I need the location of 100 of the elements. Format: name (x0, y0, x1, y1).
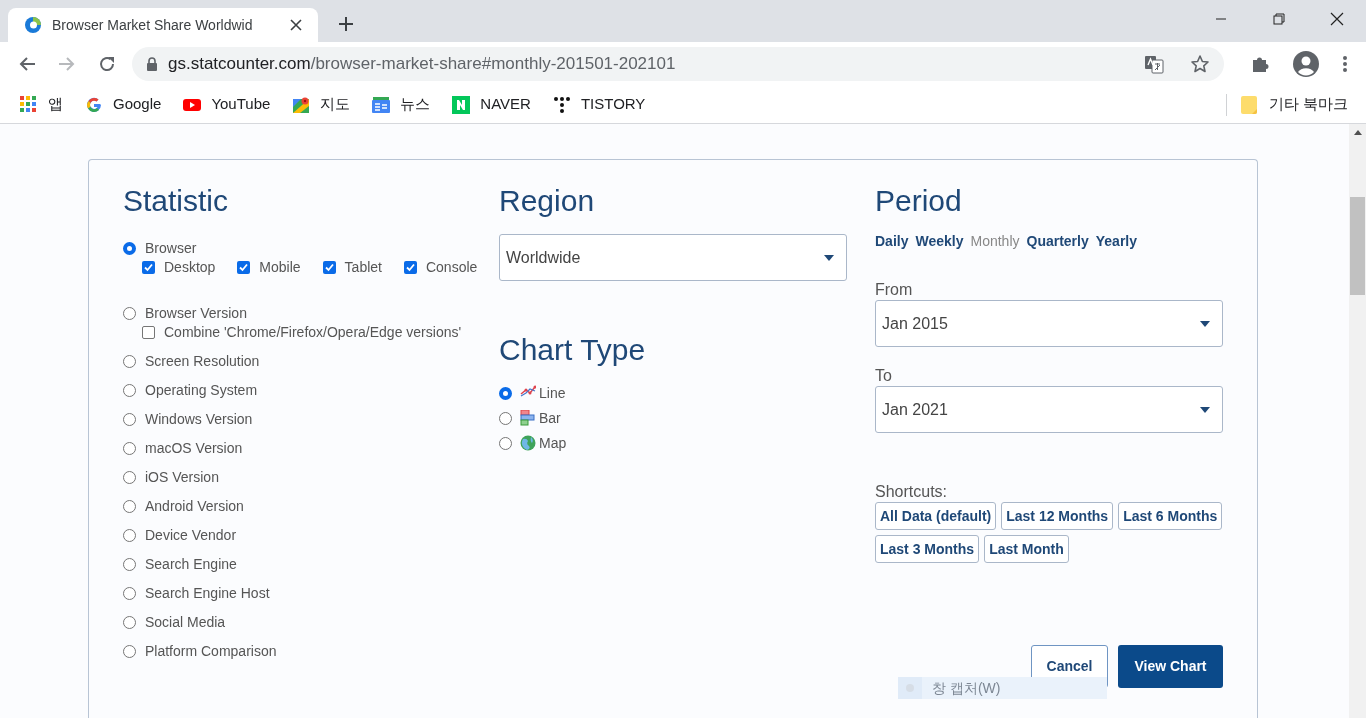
dots-icon (552, 95, 571, 114)
bookmark-link[interactable]: NAVER (452, 90, 531, 119)
radio-button[interactable] (499, 412, 512, 425)
field-label: From (875, 280, 914, 300)
shortcut-button[interactable]: Last 3 Months (875, 535, 980, 563)
bookmark-link[interactable]: TISTORY (552, 90, 646, 119)
radio-button[interactable] (123, 384, 136, 397)
option-label[interactable]: Tablet (344, 257, 382, 278)
translate-icon[interactable] (1144, 54, 1164, 74)
lock-icon (146, 57, 158, 71)
option-label[interactable]: Android Version (145, 496, 244, 517)
option-label[interactable]: iOS Version (145, 467, 219, 488)
caret-icon (824, 254, 834, 261)
more-icon[interactable] (1342, 55, 1348, 73)
radio-button[interactable] (123, 242, 136, 255)
radio-button[interactable] (123, 645, 136, 658)
radio-button[interactable] (123, 471, 136, 484)
shortcut-button[interactable]: All Data (default) (875, 502, 997, 530)
bookmark-folder[interactable]: 기타 북마크 (1240, 90, 1348, 119)
shortcut-button[interactable]: Last 12 Months (1001, 502, 1114, 530)
apps-grid-icon (20, 95, 38, 114)
option-label[interactable]: Social Media (145, 612, 226, 633)
shortcut-button[interactable]: Last 6 Months (1118, 502, 1223, 530)
section-heading: Period (875, 183, 963, 219)
option-label[interactable]: Mobile (259, 257, 301, 278)
radio-button[interactable] (123, 355, 136, 368)
google-g-icon (85, 95, 103, 114)
option-label[interactable]: Windows Version (145, 409, 253, 430)
radio-button[interactable] (123, 616, 136, 629)
option-label[interactable]: Search Engine (145, 554, 237, 575)
field-label: To (875, 366, 893, 386)
option-label[interactable]: Browser (145, 238, 197, 259)
option-label[interactable]: Device Vendor (145, 525, 237, 546)
option-label[interactable]: Line (520, 383, 566, 404)
interval-link[interactable]: Yearly (1095, 231, 1137, 252)
bookmark-link[interactable]: Google (85, 90, 162, 119)
option-label[interactable]: Bar (520, 408, 561, 429)
browser-tab[interactable]: Browser Market Share Worldwid (8, 8, 318, 42)
restore-icon[interactable] (1273, 13, 1285, 25)
folder-icon (1240, 95, 1257, 114)
option-label[interactable]: Operating System (145, 380, 258, 401)
bookmark-link[interactable]: 앱 (20, 90, 63, 119)
new-tab-icon[interactable] (338, 16, 354, 32)
scrollbar[interactable] (1349, 124, 1366, 718)
radio-button[interactable] (123, 307, 136, 320)
option-label[interactable]: Browser Version (145, 303, 247, 324)
view-chart-button[interactable]: View Chart (1118, 645, 1223, 688)
checkbox[interactable] (403, 261, 417, 274)
address-bar[interactable]: gs.statcounter.com/browser-market-share#monthly-201501-202101 (132, 47, 1224, 81)
radio-button[interactable] (123, 413, 136, 426)
radio-button[interactable] (123, 442, 136, 455)
capture-tooltip: 창 캡처(W) (898, 677, 1107, 699)
back-icon[interactable] (18, 55, 36, 73)
checkbox[interactable] (322, 261, 336, 274)
checkbox[interactable] (237, 261, 251, 274)
close-window-icon[interactable] (1330, 12, 1344, 26)
profile-icon[interactable] (1292, 50, 1320, 78)
shortcut-button[interactable]: Last Month (984, 535, 1069, 563)
month-dropdown[interactable]: Jan 2021 (875, 386, 1223, 433)
section-heading: Chart Type (499, 332, 647, 368)
option-label[interactable]: Platform Comparison (145, 641, 277, 662)
option-label[interactable]: Desktop (164, 257, 216, 278)
bookmark-link[interactable]: YouTube (183, 90, 271, 119)
tab-title: Browser Market Share Worldwid (52, 15, 254, 35)
bookmark-link[interactable]: 지도 (292, 90, 351, 119)
radio-button[interactable] (123, 529, 136, 542)
section-heading: Region (499, 183, 596, 219)
interval-link[interactable]: Weekly (915, 231, 964, 252)
interval-link[interactable]: Daily (875, 231, 909, 252)
close-icon[interactable] (290, 19, 302, 31)
shortcuts-label: Shortcuts: (875, 482, 949, 502)
month-dropdown[interactable]: Jan 2015 (875, 300, 1223, 347)
interval-link[interactable]: Quarterly (1026, 231, 1089, 252)
radio-button[interactable] (499, 387, 512, 400)
radio-button[interactable] (123, 558, 136, 571)
interval-link[interactable]: Monthly (970, 231, 1020, 252)
reload-icon[interactable] (98, 55, 116, 73)
option-label[interactable]: Screen Resolution (145, 351, 260, 372)
scroll-up-icon[interactable] (1353, 130, 1362, 135)
option-label[interactable]: Search Engine Host (145, 583, 270, 604)
bookmark-link[interactable]: 뉴스 (372, 90, 431, 119)
option-label[interactable]: Map (520, 433, 567, 454)
checkbox[interactable] (142, 326, 155, 339)
caret-icon (1200, 406, 1210, 413)
option-label[interactable]: Console (425, 257, 478, 278)
option-label[interactable]: Combine 'Chrome/Firefox/Opera/Edge versions' (164, 322, 462, 343)
radio-button[interactable] (499, 437, 512, 450)
caret-icon (1200, 320, 1210, 327)
bar-chart-icon (520, 410, 536, 426)
option-label[interactable]: macOS Version (145, 438, 243, 459)
map-pin-icon (292, 95, 311, 114)
n-letter-icon (452, 95, 471, 114)
news-icon (372, 95, 391, 114)
scrollbar-thumb[interactable] (1350, 197, 1365, 295)
radio-button[interactable] (123, 587, 136, 600)
star-icon[interactable] (1190, 54, 1210, 74)
checkbox[interactable] (142, 261, 155, 274)
radio-button[interactable] (123, 500, 136, 513)
globe-icon (520, 435, 536, 451)
region-dropdown[interactable]: Worldwide (499, 234, 847, 281)
